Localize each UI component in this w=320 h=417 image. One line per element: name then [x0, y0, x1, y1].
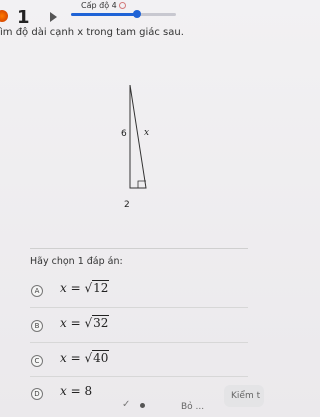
option-expression-c: x = √40 — [60, 350, 110, 365]
choose-instruction: Hãy chọn 1 đáp án: — [30, 256, 123, 267]
check-answer-button[interactable]: Kiểm t — [224, 385, 264, 407]
level-label: Cấp độ 4 — [81, 1, 117, 10]
answer-option-b[interactable]: B x = √32 — [30, 312, 250, 342]
checkmark-icon: ✓ — [122, 399, 131, 410]
bottom-action-bar: ✓ Bỏ ... Kiểm t — [0, 385, 264, 417]
progress-bar — [71, 13, 176, 16]
option-divider — [30, 342, 248, 343]
answer-option-a[interactable]: A x = √12 — [30, 277, 250, 307]
side-label-left: 6 — [121, 129, 127, 139]
option-letter-c: C — [31, 355, 43, 367]
option-divider — [30, 376, 248, 377]
top-bar: 1 Cấp độ 4 — [0, 0, 252, 28]
progress-fill — [71, 13, 137, 16]
clock-icon — [118, 2, 126, 9]
answer-option-c[interactable]: C x = √40 — [30, 347, 250, 377]
right-triangle-figure — [129, 85, 147, 189]
skip-button[interactable]: Bỏ ... — [181, 402, 204, 412]
section-divider — [30, 248, 248, 249]
option-letter-a: A — [31, 285, 43, 297]
option-expression-b: x = √32 — [60, 315, 110, 330]
question-prompt: ìm độ dài cạnh x trong tam giác sau. — [0, 27, 184, 38]
play-icon[interactable] — [50, 12, 57, 22]
side-label-base: 2 — [124, 200, 130, 210]
dot-icon — [140, 403, 145, 408]
question-number: 1 — [17, 7, 30, 28]
side-label-hypotenuse: x — [144, 128, 150, 138]
streak-icon — [0, 10, 8, 22]
level-indicator: Cấp độ 4 — [81, 1, 126, 10]
option-expression-a: x = √12 — [60, 280, 110, 295]
option-letter-b: B — [31, 320, 43, 332]
progress-knob — [133, 10, 141, 18]
option-divider — [30, 307, 248, 308]
